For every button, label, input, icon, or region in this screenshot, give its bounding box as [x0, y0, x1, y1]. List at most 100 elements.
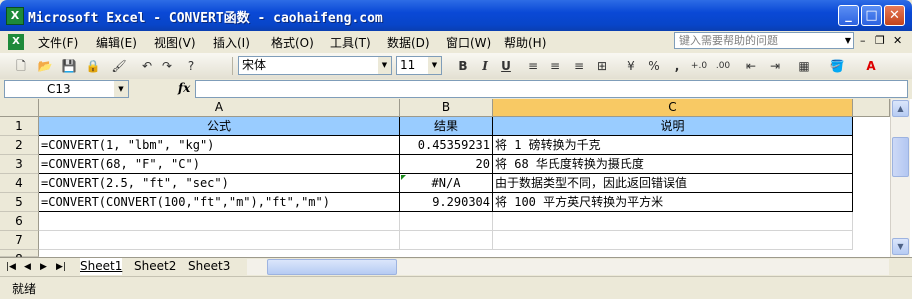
- formula-cell[interactable]: =CONVERT(2.5, "ft", "sec"): [39, 174, 400, 193]
- help-icon[interactable]: ?: [182, 57, 200, 75]
- description-cell[interactable]: 将 1 磅转换为千克: [493, 136, 853, 155]
- menu-file[interactable]: 文件(F): [38, 34, 78, 51]
- minimize-button[interactable]: _: [838, 5, 859, 26]
- increase-indent-icon[interactable]: ⇥: [766, 57, 784, 75]
- menu-help[interactable]: 帮助(H): [504, 34, 546, 51]
- scroll-down-icon[interactable]: ▼: [892, 238, 909, 255]
- result-cell[interactable]: 0.45359231: [400, 136, 493, 155]
- borders-icon[interactable]: ▦: [795, 57, 813, 75]
- menu-insert[interactable]: 插入(I): [213, 34, 250, 51]
- row-header[interactable]: 4: [0, 174, 39, 193]
- align-center-icon[interactable]: ≡: [546, 57, 564, 75]
- increase-decimal-icon[interactable]: +.0: [690, 57, 708, 75]
- row-header[interactable]: 1: [0, 117, 39, 136]
- menu-format[interactable]: 格式(O): [271, 34, 314, 51]
- insert-function-icon[interactable]: fx: [178, 81, 190, 95]
- bold-button[interactable]: B: [454, 57, 472, 75]
- horizontal-scroll-thumb[interactable]: [267, 259, 397, 275]
- align-right-icon[interactable]: ≡: [570, 57, 588, 75]
- open-icon[interactable]: 📂: [36, 57, 54, 75]
- empty-cell[interactable]: [400, 212, 493, 231]
- save-icon[interactable]: 💾: [60, 57, 78, 75]
- sheet-tab-sheet2[interactable]: Sheet2: [134, 258, 176, 275]
- excel-app-icon[interactable]: X: [6, 7, 24, 25]
- doc-restore-icon[interactable]: ❐: [875, 34, 885, 47]
- empty-cell[interactable]: [39, 231, 400, 250]
- description-cell[interactable]: 将 100 平方英尺转换为平方米: [493, 193, 853, 212]
- workbook-icon[interactable]: X: [8, 34, 24, 50]
- close-button[interactable]: ✕: [884, 5, 905, 26]
- row-header[interactable]: 7: [0, 231, 39, 250]
- menu-window[interactable]: 窗口(W): [446, 34, 491, 51]
- percent-button[interactable]: %: [645, 57, 663, 75]
- menu-data[interactable]: 数据(D): [387, 34, 430, 51]
- column-header-d[interactable]: [853, 99, 890, 117]
- scroll-up-icon[interactable]: ▲: [892, 100, 909, 117]
- row-header[interactable]: 8: [0, 250, 39, 266]
- font-color-icon[interactable]: A: [862, 57, 880, 75]
- permission-icon[interactable]: 🔒: [84, 57, 102, 75]
- decrease-indent-icon[interactable]: ⇤: [742, 57, 760, 75]
- prev-sheet-icon[interactable]: ◀: [24, 262, 31, 272]
- font-size-select[interactable]: 11 ▼: [396, 56, 442, 75]
- description-cell[interactable]: 由于数据类型不同，因此返回错误值: [493, 174, 853, 193]
- chevron-down-icon[interactable]: ▼: [428, 57, 441, 74]
- next-sheet-icon[interactable]: ▶: [40, 262, 47, 272]
- menu-view[interactable]: 视图(V): [154, 34, 196, 51]
- first-sheet-icon[interactable]: |◀: [6, 262, 16, 272]
- formula-cell[interactable]: =CONVERT(CONVERT(100,"ft","m"),"ft","m"): [39, 193, 400, 212]
- result-cell[interactable]: #N/A: [400, 174, 493, 193]
- column-header-a[interactable]: A: [39, 99, 400, 117]
- underline-button[interactable]: U: [497, 57, 515, 75]
- menu-edit[interactable]: 编辑(E): [96, 34, 137, 51]
- select-all-button[interactable]: [0, 99, 39, 117]
- chevron-down-icon[interactable]: ▼: [378, 57, 391, 74]
- last-sheet-icon[interactable]: ▶|: [56, 262, 66, 272]
- align-left-icon[interactable]: ≡: [524, 57, 542, 75]
- redo-icon[interactable]: ↷: [158, 57, 176, 75]
- currency-icon[interactable]: ¥: [622, 57, 640, 75]
- table-header-cell[interactable]: 说明: [493, 117, 853, 136]
- decrease-decimal-icon[interactable]: .00: [714, 57, 732, 75]
- fill-color-icon[interactable]: 🪣: [828, 57, 846, 75]
- result-cell[interactable]: 9.290304: [400, 193, 493, 212]
- row-header[interactable]: 2: [0, 136, 39, 155]
- empty-cell[interactable]: [493, 212, 853, 231]
- menu-tools[interactable]: 工具(T): [330, 34, 371, 51]
- table-header-cell[interactable]: 公式: [39, 117, 400, 136]
- maximize-button[interactable]: □: [861, 5, 882, 26]
- table-header-cell[interactable]: 结果: [400, 117, 493, 136]
- worksheet-grid[interactable]: A B C 1 2 3 4 5 6 7 8 公式 结果 说明 =CONVERT(…: [0, 99, 912, 266]
- description-cell[interactable]: 将 68 华氏度转换为摄氏度: [493, 155, 853, 174]
- new-icon[interactable]: 🗋: [12, 57, 30, 75]
- undo-icon[interactable]: ↶: [138, 57, 156, 75]
- chevron-down-icon[interactable]: ▼: [114, 81, 128, 97]
- vertical-scroll-thumb[interactable]: [892, 137, 909, 177]
- row-header[interactable]: 5: [0, 193, 39, 212]
- empty-cell[interactable]: [400, 231, 493, 250]
- row-header[interactable]: 6: [0, 212, 39, 231]
- merge-center-icon[interactable]: ⊞: [593, 57, 611, 75]
- italic-button[interactable]: I: [476, 57, 494, 75]
- help-dropdown-icon[interactable]: ▼: [842, 33, 854, 48]
- formula-input[interactable]: [195, 80, 908, 98]
- vertical-scrollbar[interactable]: ▲ ▼: [890, 99, 910, 257]
- column-header-c[interactable]: C: [493, 99, 853, 117]
- column-header-b[interactable]: B: [400, 99, 493, 117]
- name-box[interactable]: C13 ▼: [4, 80, 129, 98]
- comma-button[interactable]: ,: [668, 57, 686, 75]
- format-painter-icon[interactable]: 🖌: [110, 57, 128, 75]
- doc-minimize-icon[interactable]: –: [860, 34, 866, 47]
- doc-close-icon[interactable]: ✕: [893, 34, 902, 47]
- formula-cell[interactable]: =CONVERT(1, "lbm", "kg"): [39, 136, 400, 155]
- empty-cell[interactable]: [493, 231, 853, 250]
- formula-cell[interactable]: =CONVERT(68, "F", "C"): [39, 155, 400, 174]
- help-search-input[interactable]: 键入需要帮助的问题: [674, 32, 854, 49]
- font-name-select[interactable]: 宋体 ▼: [238, 56, 392, 75]
- sheet-tab-sheet1[interactable]: Sheet1: [80, 258, 123, 275]
- row-header[interactable]: 3: [0, 155, 39, 174]
- sheet-tab-sheet3[interactable]: Sheet3: [188, 258, 230, 275]
- horizontal-scrollbar[interactable]: [247, 259, 889, 275]
- empty-cell[interactable]: [39, 212, 400, 231]
- result-cell[interactable]: 20: [400, 155, 493, 174]
